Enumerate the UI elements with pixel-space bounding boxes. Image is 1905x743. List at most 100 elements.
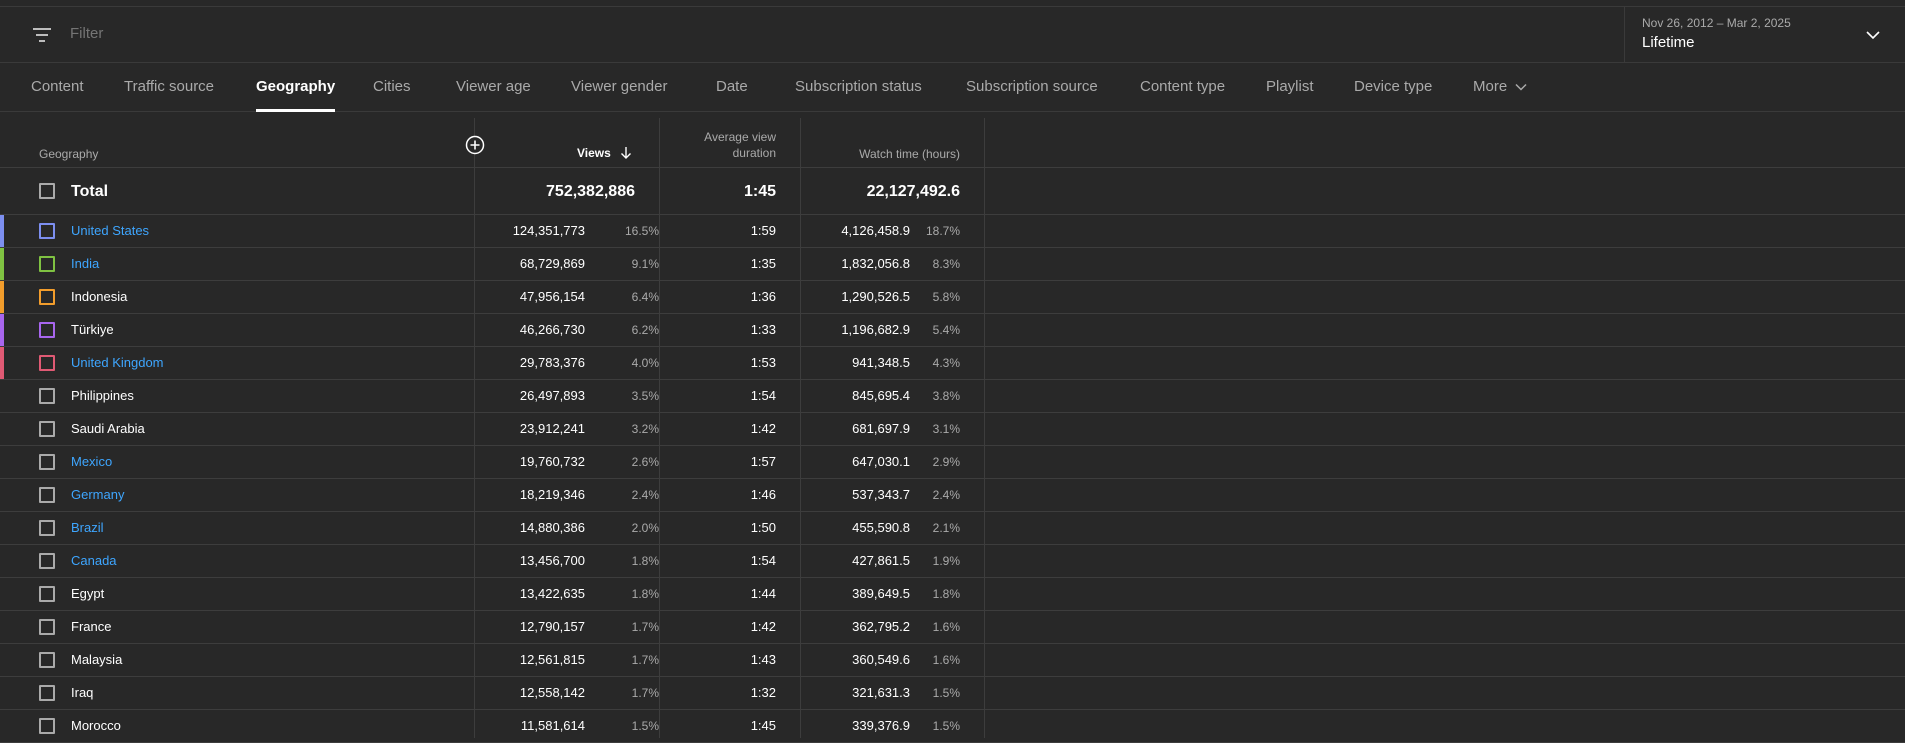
tab-date[interactable]: Date <box>716 64 748 112</box>
row-checkbox[interactable] <box>39 289 55 305</box>
tab-viewer-gender[interactable]: Viewer gender <box>571 64 667 112</box>
tab-traffic-source[interactable]: Traffic source <box>124 64 214 112</box>
watch-time-value: 389,649.5 <box>852 586 910 601</box>
row-checkbox[interactable] <box>39 454 55 470</box>
tab-playlist[interactable]: Playlist <box>1266 64 1314 112</box>
country-name[interactable]: United States <box>71 223 149 239</box>
country-name[interactable]: Canada <box>71 553 117 569</box>
views-percent: 1.7% <box>631 686 659 700</box>
tab-more[interactable]: More <box>1473 64 1528 112</box>
row-filler <box>985 545 1905 578</box>
filter-icon[interactable] <box>33 27 53 43</box>
country-name[interactable]: Mexico <box>71 454 112 470</box>
date-range-label: Lifetime <box>1642 34 1695 51</box>
row-checkbox[interactable] <box>39 256 55 272</box>
avg-view-duration-value: 1:43 <box>750 652 776 667</box>
tab-subscription-status[interactable]: Subscription status <box>795 64 922 112</box>
add-column-icon[interactable] <box>465 135 485 155</box>
tab-content-type[interactable]: Content type <box>1140 64 1225 112</box>
header-geography[interactable]: Geography <box>39 146 98 162</box>
avg-view-duration-value: 1:32 <box>750 685 776 700</box>
views-percent: 3.5% <box>631 389 659 403</box>
table-row: Canada 13,456,700 1.8% 1:54 427,861.5 1.9% <box>0 545 985 578</box>
table-row: Egypt 13,422,635 1.8% 1:44 389,649.5 1.8% <box>0 578 985 611</box>
tab-viewer-age[interactable]: Viewer age <box>456 64 531 112</box>
row-checkbox[interactable] <box>39 718 55 734</box>
country-name: Indonesia <box>71 289 128 304</box>
row-filler <box>985 479 1905 512</box>
row-checkbox[interactable] <box>39 553 55 569</box>
row-checkbox[interactable] <box>39 421 55 437</box>
views-value: 19,760,732 <box>519 454 585 469</box>
country-name: Saudi Arabia <box>71 421 145 436</box>
watch-time-percent: 3.1% <box>932 422 960 436</box>
views-value: 14,880,386 <box>519 520 585 535</box>
avg-view-duration-value: 1:35 <box>750 256 776 271</box>
country-name[interactable]: India <box>71 256 99 272</box>
filter-input[interactable] <box>70 25 670 42</box>
row-filler <box>985 644 1905 677</box>
views-percent: 1.8% <box>631 554 659 568</box>
country-name: Egypt <box>71 586 105 601</box>
avg-view-duration-value: 1:53 <box>750 355 776 370</box>
avg-view-duration-value: 1:54 <box>750 553 776 568</box>
country-name: Türkiye <box>71 322 114 337</box>
watch-time-value: 845,695.4 <box>852 388 910 403</box>
table-row: Iraq 12,558,142 1.7% 1:32 321,631.3 1.5% <box>0 677 985 710</box>
row-filler <box>985 677 1905 710</box>
views-percent: 16.5% <box>624 224 659 238</box>
total-row: Total 752,382,886 1:45 22,127,492.6 <box>0 169 1905 215</box>
row-checkbox[interactable] <box>39 223 55 239</box>
row-checkbox[interactable] <box>39 619 55 635</box>
watch-time-percent: 2.4% <box>932 488 960 502</box>
avg-view-duration-value: 1:42 <box>750 421 776 436</box>
watch-time-percent: 1.6% <box>932 620 960 634</box>
row-checkbox[interactable] <box>39 652 55 668</box>
header-avd-line1: Average view <box>704 130 776 144</box>
watch-time-value: 339,376.9 <box>852 718 910 733</box>
table-row: India 68,729,869 9.1% 1:35 1,832,056.8 8.3% <box>0 248 985 281</box>
total-checkbox[interactable] <box>39 183 55 199</box>
row-checkbox[interactable] <box>39 322 55 338</box>
views-percent: 6.2% <box>631 323 659 337</box>
table-row: Germany 18,219,346 2.4% 1:46 537,343.7 2.4% <box>0 479 985 512</box>
views-value: 124,351,773 <box>512 223 585 238</box>
row-checkbox[interactable] <box>39 388 55 404</box>
header-watch-time[interactable]: Watch time (hours) <box>859 146 960 162</box>
tab-geography[interactable]: Geography <box>256 64 336 112</box>
header-avg-view-duration[interactable]: Average view duration <box>704 129 776 161</box>
row-checkbox[interactable] <box>39 355 55 371</box>
tab-subscription-source[interactable]: Subscription source <box>966 64 1098 112</box>
views-percent: 1.7% <box>631 653 659 667</box>
avg-view-duration-value: 1:54 <box>750 388 776 403</box>
row-filler <box>985 215 1905 248</box>
table-row: Malaysia 12,561,815 1.7% 1:43 360,549.6 1.6% <box>0 644 985 677</box>
views-value: 12,558,142 <box>519 685 585 700</box>
watch-time-percent: 5.8% <box>932 290 960 304</box>
country-name[interactable]: Germany <box>71 487 124 503</box>
row-checkbox[interactable] <box>39 487 55 503</box>
header-views[interactable]: Views <box>577 145 611 161</box>
series-color-bar <box>0 248 4 280</box>
tab-cities[interactable]: Cities <box>373 64 411 112</box>
row-checkbox[interactable] <box>39 586 55 602</box>
watch-time-percent: 18.7% <box>925 224 960 238</box>
country-name[interactable]: United Kingdom <box>71 355 164 371</box>
avg-view-duration-value: 1:36 <box>750 289 776 304</box>
chevron-down-icon <box>1515 84 1527 91</box>
row-checkbox[interactable] <box>39 520 55 536</box>
views-percent: 2.4% <box>631 488 659 502</box>
sort-down-arrow-icon[interactable] <box>619 146 633 160</box>
date-range-selector[interactable]: Nov 26, 2012 – Mar 2, 2025 Lifetime <box>1624 7 1905 63</box>
row-filler <box>985 578 1905 611</box>
tab-content[interactable]: Content <box>31 64 84 112</box>
row-checkbox[interactable] <box>39 685 55 701</box>
views-value: 11,581,614 <box>520 718 585 733</box>
watch-time-value: 455,590.8 <box>852 520 910 535</box>
row-filler <box>985 314 1905 347</box>
avg-view-duration-value: 1:44 <box>750 586 776 601</box>
series-color-bar <box>0 347 4 379</box>
tab-device-type[interactable]: Device type <box>1354 64 1432 112</box>
country-name[interactable]: Brazil <box>71 520 104 536</box>
avg-view-duration-value: 1:33 <box>750 322 776 337</box>
